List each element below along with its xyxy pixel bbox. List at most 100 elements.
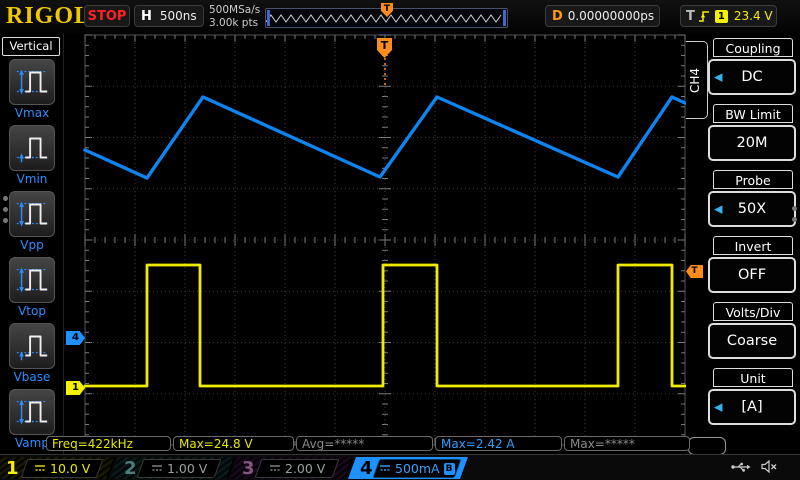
horizontal-timebase-box[interactable]: H 500ns <box>134 5 204 27</box>
ch2-scale: 1.00 V <box>167 461 207 476</box>
sidebar-item-vmax[interactable]: Vmax <box>8 59 56 120</box>
ch2-scale-box[interactable]: 1.00 V <box>137 459 222 478</box>
measurement-max-empty: Max=***** <box>564 436 690 451</box>
menu-title: Coupling <box>713 38 793 57</box>
ch4-number[interactable]: 4 <box>360 458 373 479</box>
vamp-measure-icon <box>9 389 55 435</box>
left-arrow-icon: ◀ <box>714 203 722 216</box>
delay-box[interactable]: D 0.00000000ps <box>545 5 660 27</box>
page-indicator-dot <box>3 218 8 223</box>
ch2-number[interactable]: 2 <box>124 458 137 479</box>
sidebar-item-vtop[interactable]: Vtop <box>8 257 56 318</box>
ch3-scale: 2.00 V <box>285 461 325 476</box>
ch3-coupling-icon <box>269 464 281 473</box>
vtop-measure-icon <box>9 257 55 303</box>
vbase-measure-icon <box>9 323 55 369</box>
menu-item-bwlimit: BW Limit 20M <box>708 104 798 161</box>
sidebar-item-label: Vmin <box>8 172 56 186</box>
menu-value: Coarse <box>727 333 777 349</box>
menu-item-probe: Probe ◀ 50X <box>708 170 798 227</box>
ch4-bwlimit-badge: B <box>444 463 455 475</box>
menu-title: BW Limit <box>713 104 793 123</box>
menu-value: 50X <box>738 201 766 217</box>
waveform-svg <box>85 35 685 445</box>
menu-title: Invert <box>713 236 793 255</box>
sample-rate: 500MSa/s <box>209 4 260 17</box>
ch4-ground-marker[interactable]: 4 <box>66 331 85 345</box>
menu-value: [A] <box>741 399 762 415</box>
ch4-menu-tab[interactable]: CH4 <box>686 41 708 119</box>
page-indicator-dot <box>3 207 8 212</box>
system-icons <box>731 460 778 473</box>
ch3-scale-box[interactable]: 2.00 V <box>255 459 340 478</box>
menu-value: OFF <box>738 267 766 283</box>
measurement-max-ch1: Max=24.8 V <box>173 436 294 451</box>
coupling-button[interactable]: ◀ DC <box>708 59 796 95</box>
measurement-avg: Avg=***** <box>296 436 433 451</box>
ch4-scale: 500mA <box>395 461 440 476</box>
page-indicator-dot <box>3 196 8 201</box>
sidebar-item-label: Vtop <box>8 304 56 318</box>
measurement-status-row: Freq=422kHz Max=24.8 V Avg=***** Max=2.4… <box>0 436 800 453</box>
graticule-ticks <box>85 35 685 445</box>
sidebar-item-label: Vbase <box>8 370 56 384</box>
vmin-measure-icon <box>9 125 55 171</box>
ch1-number[interactable]: 1 <box>6 458 19 479</box>
left-arrow-icon: ◀ <box>714 401 722 414</box>
menu-item-invert: Invert OFF <box>708 236 798 293</box>
rigol-logo: RIGOL <box>6 3 91 30</box>
ch4-scale-box[interactable]: 500mA B <box>373 459 462 478</box>
invert-button[interactable]: OFF <box>708 257 796 293</box>
memory-depth: 3.00k pts <box>209 17 260 30</box>
page-indicator-dot <box>792 217 797 222</box>
ch4-coupling-icon <box>379 464 391 473</box>
menu-title: Probe <box>713 170 793 189</box>
probe-button[interactable]: ◀ 50X <box>708 191 796 227</box>
trigger-level-value: 23.4 V <box>734 9 773 23</box>
ch1-scale: 10.0 V <box>50 461 90 476</box>
top-bar: RIGOL STOP H 500ns 500MSa/s 3.00k pts T … <box>0 0 800 33</box>
preview-left-bracket <box>267 10 270 26</box>
rising-edge-icon <box>698 9 711 24</box>
delay-label: D <box>552 9 563 24</box>
horizontal-label: H <box>141 9 152 24</box>
sidebar-title: Vertical <box>2 37 60 56</box>
sidebar-item-label: Vmax <box>8 106 56 120</box>
ch1-ground-marker[interactable]: 1 <box>66 381 85 395</box>
vertical-measure-sidebar: Vertical Vmax Vmin Vpp Vtop Vbase Vamp <box>0 33 64 455</box>
voltsdiv-button[interactable]: Coarse <box>708 323 796 359</box>
sidebar-item-vpp[interactable]: Vpp <box>8 191 56 252</box>
vpp-measure-icon <box>9 191 55 237</box>
menu-value: DC <box>741 69 762 85</box>
timebase-value: 500ns <box>160 9 197 23</box>
preview-right-bracket <box>503 10 506 26</box>
vmax-measure-icon <box>9 59 55 105</box>
trigger-source-badge: 1 <box>715 10 728 23</box>
ch3-number[interactable]: 3 <box>242 458 255 479</box>
menu-item-unit: Unit ◀ [A] <box>708 368 798 425</box>
waveform-display-area[interactable] <box>85 35 685 445</box>
ch1-scale-box[interactable]: 10.0 V <box>21 459 104 478</box>
acquisition-info: 500MSa/s 3.00k pts <box>209 4 260 29</box>
menu-item-coupling: Coupling ◀ DC <box>708 38 798 95</box>
trigger-info-box[interactable]: T 1 23.4 V <box>680 5 777 27</box>
channel-menu-sidebar: CH4 Coupling ◀ DC BW Limit 20M Probe ◀ 5… <box>686 33 800 455</box>
speaker-muted-icon <box>761 460 778 473</box>
unit-button[interactable]: ◀ [A] <box>708 389 796 425</box>
trigger-label: T <box>686 9 695 24</box>
bwlimit-button[interactable]: 20M <box>708 125 796 161</box>
menu-title: Volts/Div <box>713 302 793 321</box>
left-arrow-icon: ◀ <box>714 71 722 84</box>
sidebar-item-vmin[interactable]: Vmin <box>8 125 56 186</box>
menu-value: 20M <box>737 135 768 151</box>
usb-icon <box>731 461 751 473</box>
measurement-max-ch4: Max=2.42 A <box>435 436 562 451</box>
menu-item-voltsdiv: Volts/Div Coarse <box>708 302 798 359</box>
menu-title: Unit <box>713 368 793 387</box>
sidebar-item-vbase[interactable]: Vbase <box>8 323 56 384</box>
ch2-coupling-icon <box>151 464 163 473</box>
waveform-preview-bar[interactable]: T <box>265 8 508 28</box>
run-state-badge[interactable]: STOP <box>84 5 130 27</box>
measurement-freq: Freq=422kHz <box>46 436 171 451</box>
delay-value: 0.00000000ps <box>568 9 654 23</box>
